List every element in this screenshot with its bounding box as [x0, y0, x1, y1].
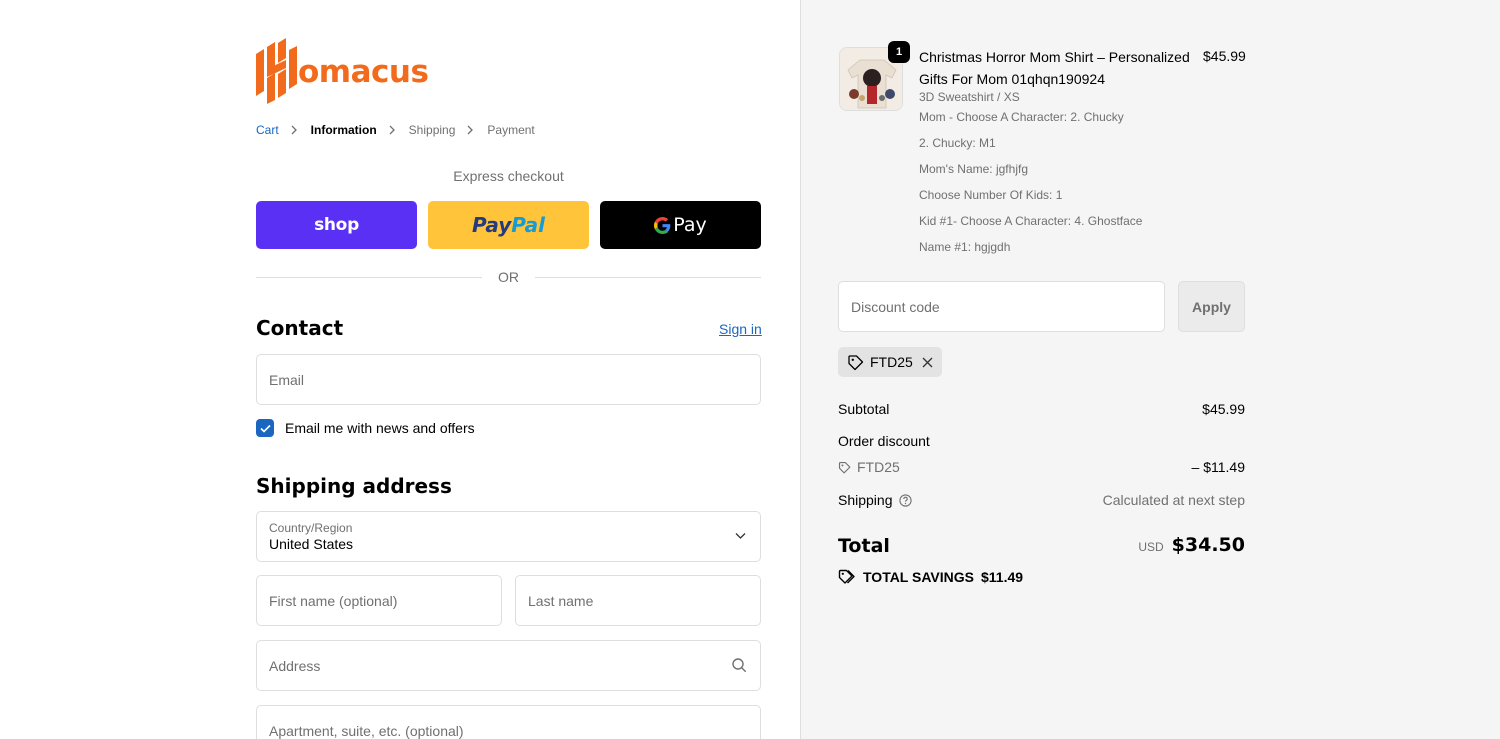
email-placeholder: Email [269, 371, 305, 388]
discount-code-placeholder: Discount code [851, 298, 940, 315]
country-value: United States [269, 535, 354, 552]
close-icon [922, 357, 933, 367]
applied-discount-code: FTD25 [870, 354, 913, 370]
product-property: Mom's Name: jgfhjfg [919, 162, 1028, 176]
remove-discount-button[interactable] [922, 357, 933, 368]
divider-line [256, 276, 482, 278]
breadcrumb: Cart Information Shipping Payment [256, 123, 535, 137]
discount-code-label: FTD25 [857, 459, 900, 475]
google-pay-label: Pay [673, 214, 707, 236]
last-name-placeholder: Last name [528, 592, 594, 609]
paypal-label-pal: Pal [511, 213, 546, 237]
applied-discount-chip: FTD25 [838, 347, 942, 377]
order-discount-label: Order discount [838, 433, 930, 449]
apply-discount-button[interactable]: Apply [1178, 281, 1245, 332]
or-label: OR [498, 269, 519, 285]
product-property: Choose Number Of Kids: 1 [919, 188, 1063, 202]
shipping-address-title: Shipping address [256, 474, 452, 498]
product-properties: Mom - Choose A Character: 2. Chucky 2. C… [919, 110, 1142, 266]
breadcrumb-payment: Payment [487, 123, 535, 137]
newsletter-checkbox[interactable] [256, 419, 274, 437]
search-icon [732, 658, 747, 673]
address-placeholder: Address [269, 657, 321, 674]
shipping-label: Shipping [838, 492, 893, 508]
tags-icon [838, 569, 855, 584]
logo-mark-icon [256, 38, 297, 104]
breadcrumb-cart[interactable]: Cart [256, 123, 279, 137]
google-g-icon [654, 216, 671, 234]
shipping-value: Calculated at next step [1102, 492, 1245, 508]
total-savings-label: TOTAL SAVINGS [863, 569, 974, 585]
tag-icon [848, 354, 864, 370]
brand-logo[interactable]: omacus [256, 38, 429, 104]
total-savings: TOTAL SAVINGS $11.49 [838, 569, 1023, 585]
shipping-line: Shipping [838, 492, 912, 508]
discount-code-line: FTD25 [838, 459, 900, 475]
country-select[interactable]: Country/Region United States [256, 511, 761, 562]
product-property: Kid #1- Choose A Character: 4. Ghostface [919, 214, 1143, 228]
product-property: 2. Chucky: M1 [919, 136, 996, 150]
newsletter-label: Email me with news and offers [285, 420, 475, 436]
help-circle-icon[interactable] [898, 493, 912, 507]
chevron-right-icon [291, 124, 299, 136]
chevron-right-icon [389, 124, 397, 136]
tag-icon [838, 461, 851, 473]
breadcrumb-information: Information [310, 123, 377, 137]
product-property: Mom - Choose A Character: 2. Chucky [919, 110, 1124, 124]
newsletter-option[interactable]: Email me with news and offers [256, 419, 475, 437]
discount-value: – $11.49 [1191, 459, 1245, 475]
currency-code: USD [1138, 540, 1164, 554]
checkout-main: omacus Cart Information Shipping Payment… [0, 0, 800, 739]
product-property: Name #1: hgjgdh [919, 240, 1011, 254]
shop-pay-label: shop [314, 215, 359, 235]
country-label: Country/Region [269, 520, 353, 535]
breadcrumb-shipping: Shipping [408, 123, 456, 137]
apartment-placeholder: Apartment, suite, etc. (optional) [269, 722, 464, 739]
brand-name: omacus [298, 54, 429, 90]
paypal-label-pay: Pay [471, 213, 512, 237]
first-name-field[interactable]: First name (optional) [256, 575, 502, 626]
divider-line [535, 276, 761, 278]
quantity-badge: 1 [888, 41, 910, 63]
subtotal-label: Subtotal [838, 401, 890, 417]
paypal-button[interactable]: PayPal [428, 201, 589, 249]
subtotal-value: $45.99 [1202, 401, 1245, 417]
last-name-field[interactable]: Last name [515, 575, 761, 626]
express-checkout-title: Express checkout [453, 168, 564, 184]
contact-title: Contact [256, 316, 344, 340]
discount-code-field[interactable]: Discount code [838, 281, 1165, 332]
google-pay-content: Pay [654, 214, 707, 236]
paypal-label: PayPal [472, 213, 545, 237]
google-pay-button[interactable]: Pay [600, 201, 761, 249]
email-field[interactable]: Email [256, 354, 761, 405]
product-price: $45.99 [1203, 48, 1246, 64]
apartment-field[interactable]: Apartment, suite, etc. (optional) [256, 705, 761, 739]
or-divider: OR [256, 268, 761, 286]
address-field[interactable]: Address [256, 640, 761, 691]
total-label: Total [838, 535, 890, 557]
first-name-placeholder: First name (optional) [269, 592, 398, 609]
checkmark-icon [259, 424, 271, 433]
chevron-right-icon [467, 124, 475, 136]
total-amount: $34.50 [1171, 534, 1245, 556]
total-value: USD $34.50 [1138, 534, 1245, 556]
shop-pay-button[interactable]: shop [256, 201, 417, 249]
total-savings-value: $11.49 [980, 569, 1024, 585]
product-variant: 3D Sweatshirt / XS [919, 90, 1020, 104]
chevron-down-icon [735, 533, 746, 539]
sign-in-link[interactable]: Sign in [719, 321, 762, 337]
product-title: Christmas Horror Mom Shirt – Personalize… [919, 49, 1190, 87]
